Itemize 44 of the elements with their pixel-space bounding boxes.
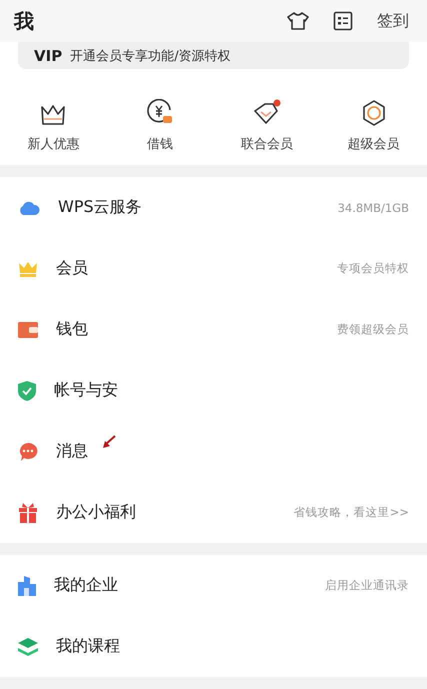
page-title: 我: [14, 8, 34, 35]
shortcut-label[interactable]: 借钱: [147, 135, 174, 153]
diamond-icon[interactable]: [252, 99, 282, 127]
list-icon[interactable]: [333, 11, 353, 32]
menu-label: 帐号与安: [54, 380, 118, 401]
menu-item[interactable]: 我的企业 启用企业通讯录: [0, 555, 427, 616]
checkin-button[interactable]: 签到: [377, 10, 409, 32]
vip-banner[interactable]: VIP 开通会员专享功能/资源特权: [18, 42, 409, 69]
crown-icon: [18, 260, 38, 276]
wallet-icon: [18, 322, 38, 338]
menu-note: 34.8MB/1GB: [338, 200, 409, 214]
vip-text: 开通会员专享功能/资源特权: [70, 48, 231, 65]
menu-label: 我的课程: [56, 636, 120, 657]
building-icon: [18, 576, 36, 596]
shield-icon: [18, 380, 36, 400]
menu-note: 费领超级会员: [337, 322, 409, 337]
menu-note: 启用企业通讯录: [325, 578, 409, 593]
layers-icon: [18, 638, 38, 656]
vip-label: VIP: [34, 46, 62, 65]
chat-icon: [18, 442, 38, 462]
menu-note: 省钱攻略，看这里>>: [294, 505, 409, 520]
menu-item[interactable]: 会员 专项会员特权: [0, 238, 427, 299]
menu-item[interactable]: 办公小福利 省钱攻略，看这里>>: [0, 482, 427, 543]
menu-item[interactable]: 钱包 费领超级会员: [0, 299, 427, 360]
shirt-icon[interactable]: [287, 11, 309, 32]
menu-item[interactable]: 帐号与安: [0, 360, 427, 421]
menu-label: WPS云服务: [58, 197, 142, 218]
menu-label: 会员: [56, 258, 88, 279]
menu-label: 消息: [56, 441, 88, 462]
shortcut-label[interactable]: 联合会员: [240, 135, 293, 153]
hexagon-coin-icon[interactable]: [360, 99, 387, 127]
menu-note: 专项会员特权: [337, 261, 409, 276]
crown-icon[interactable]: [39, 103, 68, 127]
menu-item[interactable]: 我的课程: [0, 616, 427, 677]
shortcut-label[interactable]: 超级会员: [348, 135, 400, 153]
menu-label: 钱包: [56, 319, 88, 340]
menu-item[interactable]: 消息: [0, 421, 427, 482]
gift-icon: [18, 502, 38, 522]
shortcut-label[interactable]: 新人优惠: [27, 135, 80, 153]
menu-label: 办公小福利: [56, 502, 136, 523]
menu-item[interactable]: WPS云服务 34.8MB/1GB: [0, 177, 427, 238]
menu-label: 我的企业: [54, 575, 118, 596]
cloud-icon: [18, 200, 40, 214]
arrow-icon: [102, 435, 116, 449]
